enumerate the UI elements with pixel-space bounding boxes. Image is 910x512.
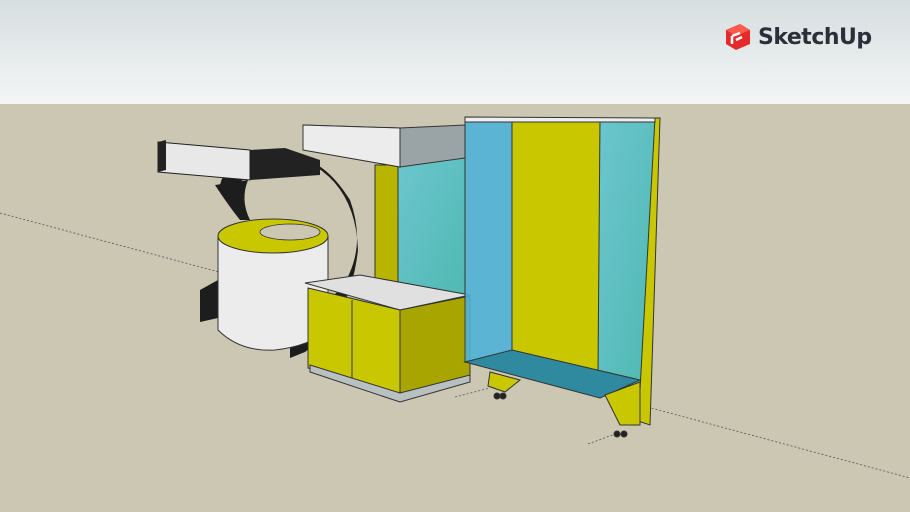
sky [0,0,910,104]
sketchup-logo-text: SketchUp [758,24,872,50]
3d-model-viewport[interactable] [0,0,910,512]
sketchup-logo-icon [726,24,750,50]
sketchup-logo: SketchUp [724,22,872,52]
